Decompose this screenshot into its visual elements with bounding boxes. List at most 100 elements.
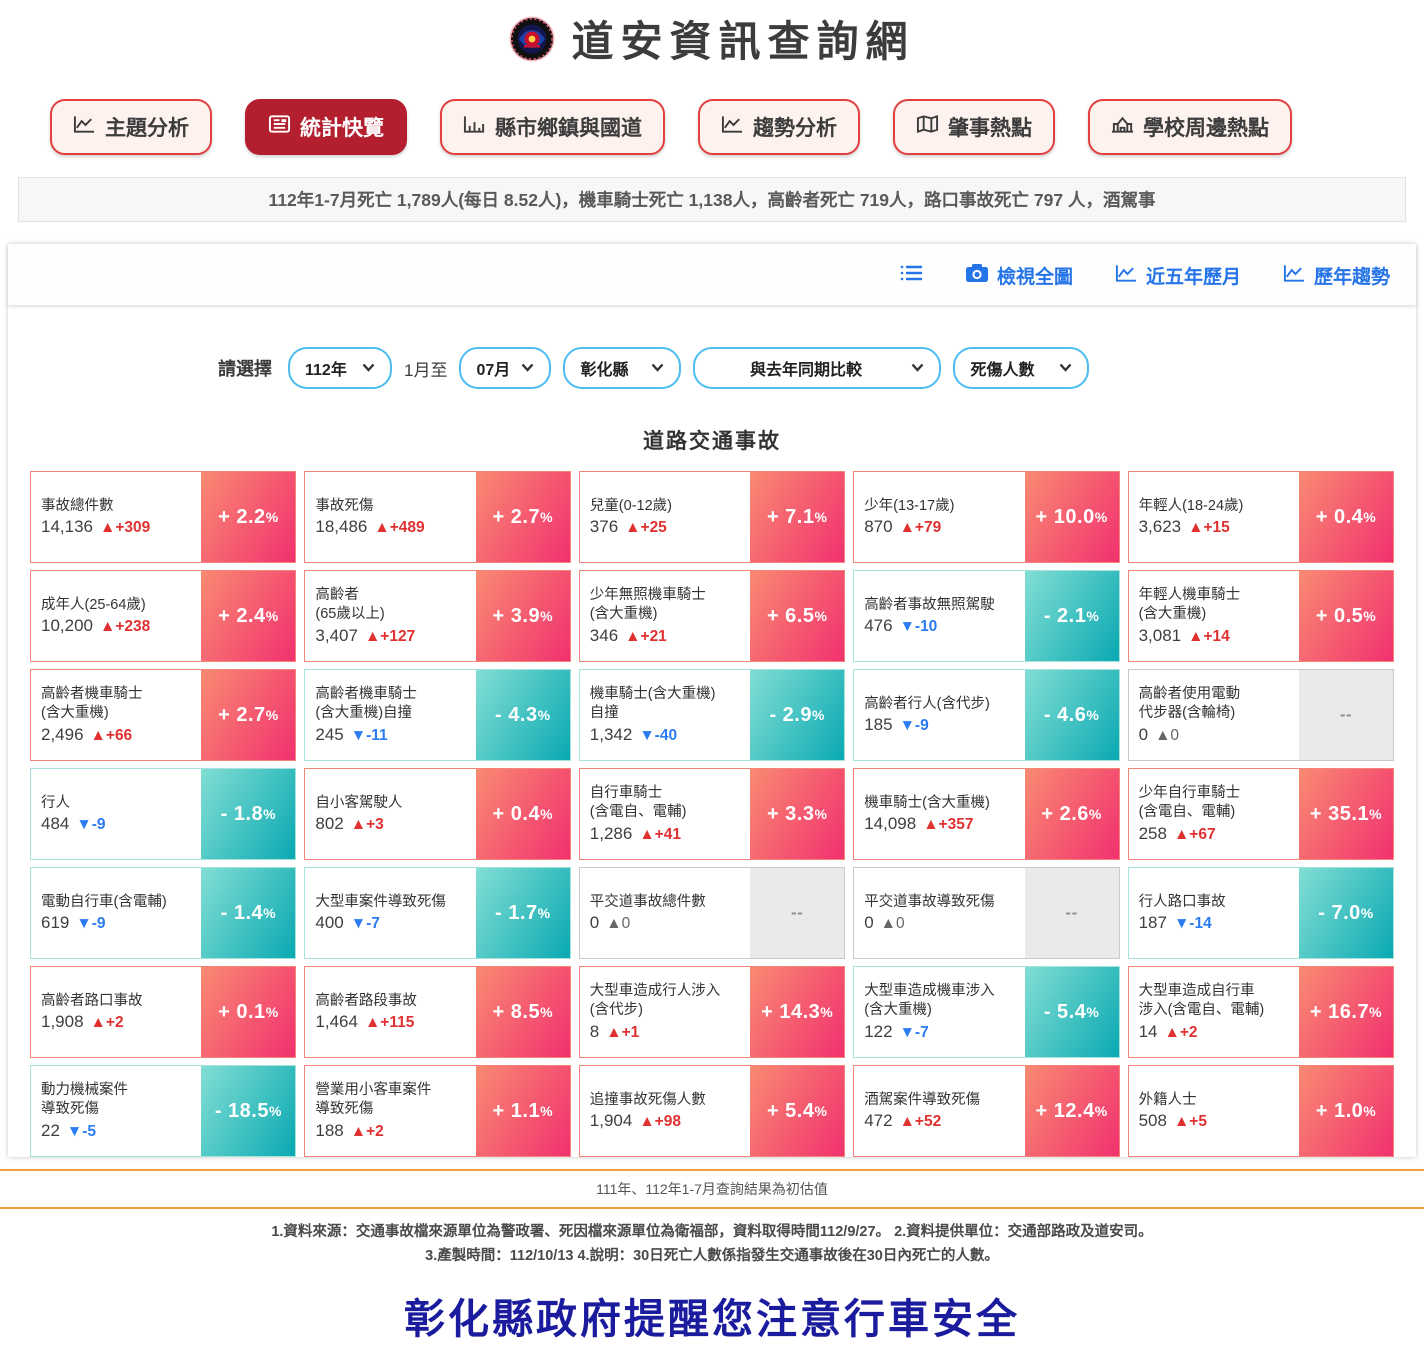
stat-card[interactable]: 酒駕案件導致死傷 472 ▲+52 + 12.4% — [853, 1065, 1120, 1157]
nav-accident-hotspot-button[interactable]: 肇事熱點 — [893, 99, 1055, 155]
stat-card-value: 8 — [589, 1021, 600, 1041]
stat-card-label: 機車騎士(含大重機) — [864, 794, 990, 811]
stat-card-delta: ▼-5 — [66, 1122, 97, 1140]
stat-card[interactable]: 少年(13-17歲) 870 ▲+79 + 10.0% — [853, 471, 1120, 563]
view-full-image-button[interactable]: 檢視全圖 — [965, 262, 1073, 289]
stat-card-percent-badge: - 2.1% — [1024, 571, 1119, 661]
stat-card[interactable]: 平交道事故導致死傷 0 ▲0 -- — [853, 867, 1120, 959]
stat-card[interactable]: 大型車案件導致死傷 400 ▼-7 - 1.7% — [304, 867, 571, 959]
year-select[interactable]: 112年 — [288, 347, 392, 389]
stat-card-delta: ▲+309 — [100, 519, 151, 537]
stat-card[interactable]: 自小客駕駛人 802 ▲+3 + 0.4% — [304, 768, 571, 860]
stat-card[interactable]: 事故死傷 18,486 ▲+489 + 2.7% — [304, 471, 571, 563]
nav-trend-analysis-button[interactable]: 趨勢分析 — [698, 99, 860, 155]
stat-card-value: 400 — [315, 913, 344, 933]
stat-card-delta: ▼-9 — [899, 717, 929, 735]
stat-card[interactable]: 事故總件數 14,136 ▲+309 + 2.2% — [30, 471, 297, 563]
stat-card-percent-unit: % — [811, 707, 825, 723]
stat-card[interactable]: 平交道事故總件數 0 ▲0 -- — [578, 867, 846, 959]
stat-card-info: 高齡者機車騎士 (含大重機)自撞 245 ▼-11 — [305, 670, 475, 760]
stat-card-info: 大型車案件導致死傷 400 ▼-7 — [305, 868, 475, 958]
stat-card-percent-badge: + 16.7% — [1298, 967, 1393, 1057]
stat-card[interactable]: 兒童(0-12歲) 376 ▲+25 + 7.1% — [578, 471, 846, 563]
stat-card-percent-unit: % — [1086, 608, 1100, 624]
stat-card[interactable]: 少年自行車騎士 (含電自、電輔) 258 ▲+67 + 35.1% — [1127, 768, 1394, 860]
stat-card[interactable]: 行人路口事故 187 ▼-14 - 7.0% — [1127, 867, 1394, 959]
nav-school-hotspot-button[interactable]: 學校周邊熱點 — [1088, 99, 1292, 155]
stat-card-percent-unit: % — [1363, 1103, 1377, 1119]
stat-card[interactable]: 高齡者事故無照駕駛 476 ▼-10 - 2.1% — [853, 570, 1120, 662]
stat-card[interactable]: 機車騎士(含大重機) 14,098 ▲+357 + 2.6% — [853, 768, 1120, 860]
stat-card-value: 619 — [41, 913, 70, 933]
stat-card-percent: + 2.2 — [218, 505, 266, 528]
stat-card[interactable]: 大型車造成自行車 涉入(含電自、電輔) 14 ▲+2 + 16.7% — [1127, 966, 1394, 1058]
stat-card[interactable]: 少年無照機車騎士 (含大重機) 346 ▲+21 + 6.5% — [578, 570, 846, 662]
stat-card-value: 187 — [1138, 913, 1167, 933]
stat-card[interactable]: 高齡者 (65歲以上) 3,407 ▲+127 + 3.9% — [304, 570, 571, 662]
stat-card-percent-badge: -- — [1298, 670, 1393, 760]
county-select[interactable]: 彰化縣 — [563, 347, 682, 389]
stat-card[interactable]: 高齡者路段事故 1,464 ▲+115 + 8.5% — [304, 966, 571, 1058]
chevron-down-icon — [911, 359, 924, 377]
nav-topic-analysis-button[interactable]: 主題分析 — [50, 99, 212, 155]
stat-card-percent-badge: + 2.6% — [1024, 769, 1119, 859]
stat-card-info: 自小客駕駛人 802 ▲+3 — [305, 769, 475, 859]
stat-card[interactable]: 高齡者機車騎士 (含大重機) 2,496 ▲+66 + 2.7% — [30, 669, 297, 761]
stat-card[interactable]: 營業用小客車案件 導致死傷 188 ▲+2 + 1.1% — [304, 1065, 571, 1157]
stat-card[interactable]: 高齡者路口事故 1,908 ▲+2 + 0.1% — [30, 966, 297, 1058]
stat-card-info: 少年無照機車騎士 (含大重機) 346 ▲+21 — [580, 571, 750, 661]
stat-card[interactable]: 電動自行車(含電輔) 619 ▼-9 - 1.4% — [30, 867, 297, 959]
yearly-trend-button[interactable]: 歷年趨勢 — [1283, 262, 1390, 289]
stat-card-info: 平交道事故導致死傷 0 ▲0 — [854, 868, 1024, 958]
list-view-button[interactable] — [899, 263, 923, 289]
stat-card-percent-unit: % — [1360, 905, 1374, 921]
compare-mode-select[interactable]: 與去年同期比較 — [693, 347, 942, 389]
map-icon — [916, 114, 939, 140]
stat-card[interactable]: 動力機械案件 導致死傷 22 ▼-5 - 18.5% — [30, 1065, 297, 1157]
five-year-monthly-button[interactable]: 近五年歷月 — [1115, 262, 1241, 289]
stat-card-percent-unit: % — [820, 1004, 834, 1020]
stat-card-label: 少年無照機車騎士 (含大重機) — [589, 587, 706, 622]
stat-card[interactable]: 高齡者行人(含代步) 185 ▼-9 - 4.6% — [853, 669, 1120, 761]
stat-card[interactable]: 年輕人機車騎士 (含大重機) 3,081 ▲+14 + 0.5% — [1127, 570, 1394, 662]
stat-card-info: 成年人(25-64歲) 10,200 ▲+238 — [31, 571, 201, 661]
stat-card-percent-badge: + 0.4% — [1298, 472, 1393, 562]
stat-card-percent-badge: - 5.4% — [1024, 967, 1119, 1057]
stat-card[interactable]: 行人 484 ▼-9 - 1.8% — [30, 768, 297, 860]
stat-card-percent: + 0.5 — [1315, 604, 1364, 627]
stat-card[interactable]: 外籍人士 508 ▲+5 + 1.0% — [1127, 1065, 1394, 1157]
stat-card[interactable]: 高齡者使用電動 代步器(含輪椅) 0 ▲0 -- — [1127, 669, 1394, 761]
stat-card-percent: - 2.1 — [1043, 604, 1087, 627]
stat-card[interactable]: 大型車造成行人涉入 (含代步) 8 ▲+1 + 14.3% — [578, 966, 846, 1058]
stat-card-delta: ▲+41 — [639, 825, 681, 843]
stat-card-label: 事故總件數 — [41, 497, 114, 514]
stat-card-percent: + 2.4 — [218, 604, 266, 627]
stat-card[interactable]: 成年人(25-64歲) 10,200 ▲+238 + 2.4% — [30, 570, 297, 662]
range-join-label: 1月至 — [404, 360, 448, 380]
nav-county-township-button[interactable]: 縣市鄉鎮與國道 — [440, 99, 665, 155]
stat-card[interactable]: 年輕人(18-24歲) 3,623 ▲+15 + 0.4% — [1127, 471, 1394, 563]
stat-card-percent: + 2.7 — [218, 703, 266, 726]
stat-card[interactable]: 大型車造成機車涉入 (含大重機) 122 ▼-7 - 5.4% — [853, 966, 1120, 1058]
estimate-note-band: 111年、112年1-7月查詢結果為初估值 — [0, 1169, 1424, 1209]
footer-note-line2: 3.產製時間：112/10/13 4.說明：30日死亡人數係指發生交通事故後在3… — [425, 1247, 999, 1264]
stat-card-delta: ▲+67 — [1173, 825, 1216, 843]
stat-card[interactable]: 自行車騎士 (含電自、電輔) 1,286 ▲+41 + 3.3% — [578, 768, 846, 860]
stat-card-percent: + 8.5 — [492, 1000, 541, 1023]
stat-card-percent: - 4.6 — [1043, 703, 1087, 726]
site-header: 道安資訊查詢網 — [0, 0, 1424, 69]
stat-card-delta: ▼-40 — [639, 726, 678, 744]
nav-stats-overview-button[interactable]: 統計快覽 — [245, 99, 407, 155]
stat-card-delta: ▲+14 — [1188, 627, 1230, 645]
metric-select[interactable]: 死傷人數 — [953, 347, 1090, 389]
stat-card[interactable]: 機車騎士(含大重機) 自撞 1,342 ▼-40 - 2.9% — [578, 669, 846, 761]
main-nav: 主題分析 統計快覽 縣市鄉鎮與國道 趨勢分析 肇事熱點 學校周邊熱點 — [0, 69, 1424, 155]
stat-card-delta: ▲+3 — [350, 816, 384, 834]
stat-card[interactable]: 追撞事故死傷人數 1,904 ▲+98 + 5.4% — [578, 1065, 846, 1157]
compare-mode-value: 與去年同期比較 — [749, 362, 862, 379]
month-select[interactable]: 07月 — [459, 347, 552, 389]
stat-card[interactable]: 高齡者機車騎士 (含大重機)自撞 245 ▼-11 - 4.3% — [304, 669, 571, 761]
stat-card-info: 自行車騎士 (含電自、電輔) 1,286 ▲+41 — [580, 769, 750, 859]
nav-label: 統計快覽 — [300, 117, 384, 140]
stat-card-label: 平交道事故導致死傷 — [864, 893, 995, 910]
